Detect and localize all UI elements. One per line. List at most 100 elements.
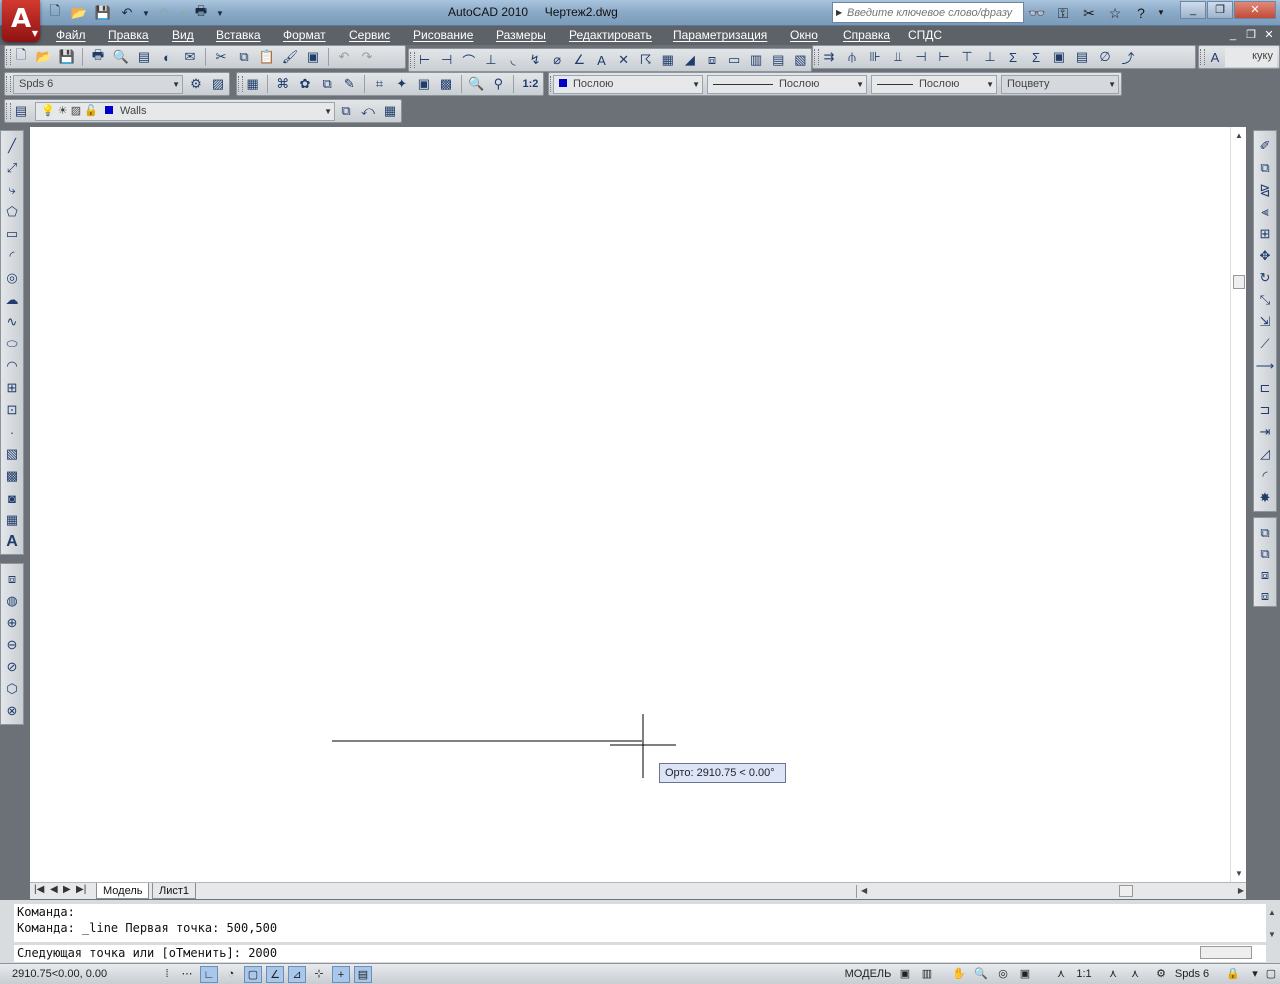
text-icon[interactable]: A bbox=[591, 50, 612, 70]
publish-icon[interactable]: ▤ bbox=[133, 47, 155, 67]
layer-combo[interactable]: 💡 ☀ ▨ 🔓 Walls ▼ bbox=[35, 102, 335, 121]
scroll-up-icon[interactable]: ▲ bbox=[1235, 131, 1243, 140]
spds-icon-9[interactable]: ▣ bbox=[1048, 47, 1070, 67]
menu-modify[interactable]: Редактировать bbox=[569, 28, 652, 42]
plot-icon[interactable]: 🖶 bbox=[87, 47, 109, 67]
qat-customize-icon[interactable]: ▼ bbox=[214, 3, 226, 23]
otrack-icon[interactable]: ∠ bbox=[266, 966, 284, 983]
menu-insert[interactable]: Вставка bbox=[216, 28, 261, 42]
help-icon[interactable]: ? bbox=[1130, 3, 1152, 23]
revision-cloud-icon[interactable]: ☁ bbox=[2, 290, 22, 310]
menu-help[interactable]: Справка bbox=[843, 28, 890, 42]
showmotion-icon[interactable]: ▣ bbox=[1016, 966, 1034, 983]
spds-icon-7[interactable]: ⊤ bbox=[956, 47, 978, 67]
undo-icon[interactable]: ↶ bbox=[116, 3, 138, 23]
menu-spds[interactable]: СПДС bbox=[908, 28, 942, 42]
layer-icon[interactable]: ▣ bbox=[413, 74, 434, 94]
ellipse-arc-icon[interactable]: ◠ bbox=[2, 356, 22, 376]
scroll-right-icon[interactable]: ▶ bbox=[1238, 886, 1244, 895]
polyline-icon[interactable]: ⤷ bbox=[2, 180, 22, 200]
minimize-button[interactable]: _ bbox=[1180, 1, 1206, 19]
markup-icon[interactable]: ✎ bbox=[339, 74, 360, 94]
match-properties-icon[interactable]: 🖌 bbox=[279, 47, 301, 67]
zoom-icon[interactable]: 🔍 bbox=[972, 966, 990, 983]
solid-delete-icon[interactable]: ⊗ bbox=[2, 701, 22, 721]
doc-close-icon[interactable]: ✕ bbox=[1262, 28, 1276, 42]
spds-icon-11[interactable]: ∅ bbox=[1094, 47, 1116, 67]
dim-linear-icon[interactable]: ⊢ bbox=[414, 50, 435, 70]
save-icon[interactable]: 💾 bbox=[56, 47, 78, 67]
workspace-status[interactable]: Spds 6 bbox=[1170, 966, 1214, 983]
stretch-icon[interactable]: ⇲ bbox=[1255, 312, 1275, 332]
next-tab-icon[interactable]: ▶ bbox=[63, 884, 71, 895]
quick-view-layouts-icon[interactable]: ▣ bbox=[896, 966, 914, 983]
cmd-horizontal-scroll[interactable] bbox=[1200, 946, 1252, 959]
menu-window[interactable]: Окно bbox=[790, 28, 818, 42]
break-icon[interactable]: ⊐ bbox=[1255, 400, 1275, 420]
copy-icon[interactable]: ⧉ bbox=[233, 47, 255, 67]
block-editor-icon[interactable]: ▣ bbox=[302, 47, 324, 67]
clean-screen-icon[interactable]: ▢ bbox=[1262, 966, 1280, 983]
doc-minimize-icon[interactable]: _ bbox=[1226, 28, 1240, 42]
ellipse-icon[interactable]: ⬭ bbox=[2, 334, 22, 354]
tab-layout1[interactable]: Лист1 bbox=[152, 883, 197, 899]
workspace-settings-icon[interactable]: ⚙ bbox=[185, 74, 207, 94]
lineweight-icon[interactable]: + bbox=[332, 966, 350, 983]
layer-properties-icon[interactable]: ▤ bbox=[10, 101, 32, 121]
scroll-left-icon[interactable]: ◀ bbox=[861, 886, 867, 895]
doc-restore-icon[interactable]: ❐ bbox=[1244, 28, 1258, 42]
binoculars-icon[interactable]: 👓 bbox=[1026, 3, 1048, 23]
extend-icon[interactable]: ⟶ bbox=[1255, 356, 1275, 376]
erase-icon[interactable]: ✐ bbox=[1255, 136, 1275, 156]
hatch-icon[interactable]: ▧ bbox=[2, 444, 22, 464]
qnew-icon[interactable]: 🗋 bbox=[10, 47, 32, 67]
auto-scale-icon[interactable]: ⋏ bbox=[1126, 966, 1144, 983]
spline-icon[interactable]: ∿ bbox=[2, 312, 22, 332]
center-mark-icon[interactable]: ▥ bbox=[746, 50, 767, 70]
etransmit-icon[interactable]: ✉ bbox=[179, 47, 201, 67]
annotation-scale-value[interactable]: 1:1 bbox=[1070, 966, 1098, 983]
arc-icon[interactable]: ◜ bbox=[2, 246, 22, 266]
3d-dwf-icon[interactable]: ◐ bbox=[156, 47, 178, 67]
trim-icon[interactable]: ⟋ bbox=[1255, 334, 1275, 354]
dim-arc-icon[interactable]: ⌒ bbox=[458, 50, 479, 70]
dim-ordinate-icon[interactable]: ⊥ bbox=[480, 50, 501, 70]
polygon-icon[interactable]: ⬠ bbox=[2, 202, 22, 222]
dim-aligned-icon[interactable]: ⊣ bbox=[436, 50, 457, 70]
solid-icon[interactable]: ⬡ bbox=[2, 679, 22, 699]
redo-icon[interactable]: ↷ bbox=[154, 3, 176, 23]
insert-block-icon[interactable]: ⊞ bbox=[2, 378, 22, 398]
spds-icon-3[interactable]: ⊪ bbox=[864, 47, 886, 67]
bring-to-front-icon[interactable]: ⧉ bbox=[1255, 523, 1275, 542]
chamfer-icon[interactable]: ◿ bbox=[1255, 444, 1275, 464]
lineweight-combo[interactable]: Послою ▼ bbox=[871, 75, 997, 94]
spds-icon-12[interactable]: ⤴ bbox=[1117, 47, 1139, 67]
search-input[interactable] bbox=[833, 3, 1023, 22]
quick-properties-icon[interactable]: ▤ bbox=[354, 966, 372, 983]
snap-icon[interactable]: ⋯ bbox=[178, 966, 196, 983]
zoom-icon[interactable]: 🔍 bbox=[466, 74, 487, 94]
dim-style-icon[interactable]: ▧ bbox=[790, 50, 811, 70]
redo-dropdown-icon[interactable]: ▼ bbox=[178, 3, 188, 23]
layer-previous-icon[interactable]: ⤺ bbox=[357, 101, 379, 121]
join-icon[interactable]: ⇥ bbox=[1255, 422, 1275, 442]
dim-space-icon[interactable]: ◢ bbox=[679, 50, 700, 70]
send-to-back-icon[interactable]: ⧉ bbox=[1255, 544, 1275, 563]
annotation-scale-icon[interactable]: ⋏ bbox=[1052, 966, 1070, 983]
construction-line-icon[interactable]: ⤢ bbox=[2, 158, 22, 178]
annotation-visibility-icon[interactable]: ⋏ bbox=[1104, 966, 1122, 983]
globe-icon[interactable]: ◍ bbox=[2, 591, 22, 611]
layer-states-icon[interactable]: ▦ bbox=[379, 101, 401, 121]
menu-parametric[interactable]: Параметризация bbox=[673, 28, 767, 42]
dyn-icon[interactable]: ⊹ bbox=[310, 966, 328, 983]
workspace-switch-icon[interactable]: ⚙ bbox=[1152, 966, 1170, 983]
sum-table-icon[interactable]: Σ bbox=[1025, 47, 1047, 67]
scale-icon[interactable]: ⤡ bbox=[1255, 290, 1275, 310]
new-file-icon[interactable]: 🗋 bbox=[44, 3, 66, 23]
horizontal-scrollbar[interactable]: ◀ ▶ bbox=[856, 885, 1246, 898]
circle-icon[interactable]: ◎ bbox=[2, 268, 22, 288]
menu-dimension[interactable]: Размеры bbox=[496, 28, 546, 42]
annotation-scale[interactable]: 1:2 bbox=[518, 74, 543, 94]
quick-view-drawings-icon[interactable]: ▥ bbox=[918, 966, 936, 983]
spds-icon-1[interactable]: ⇉ bbox=[818, 47, 840, 67]
